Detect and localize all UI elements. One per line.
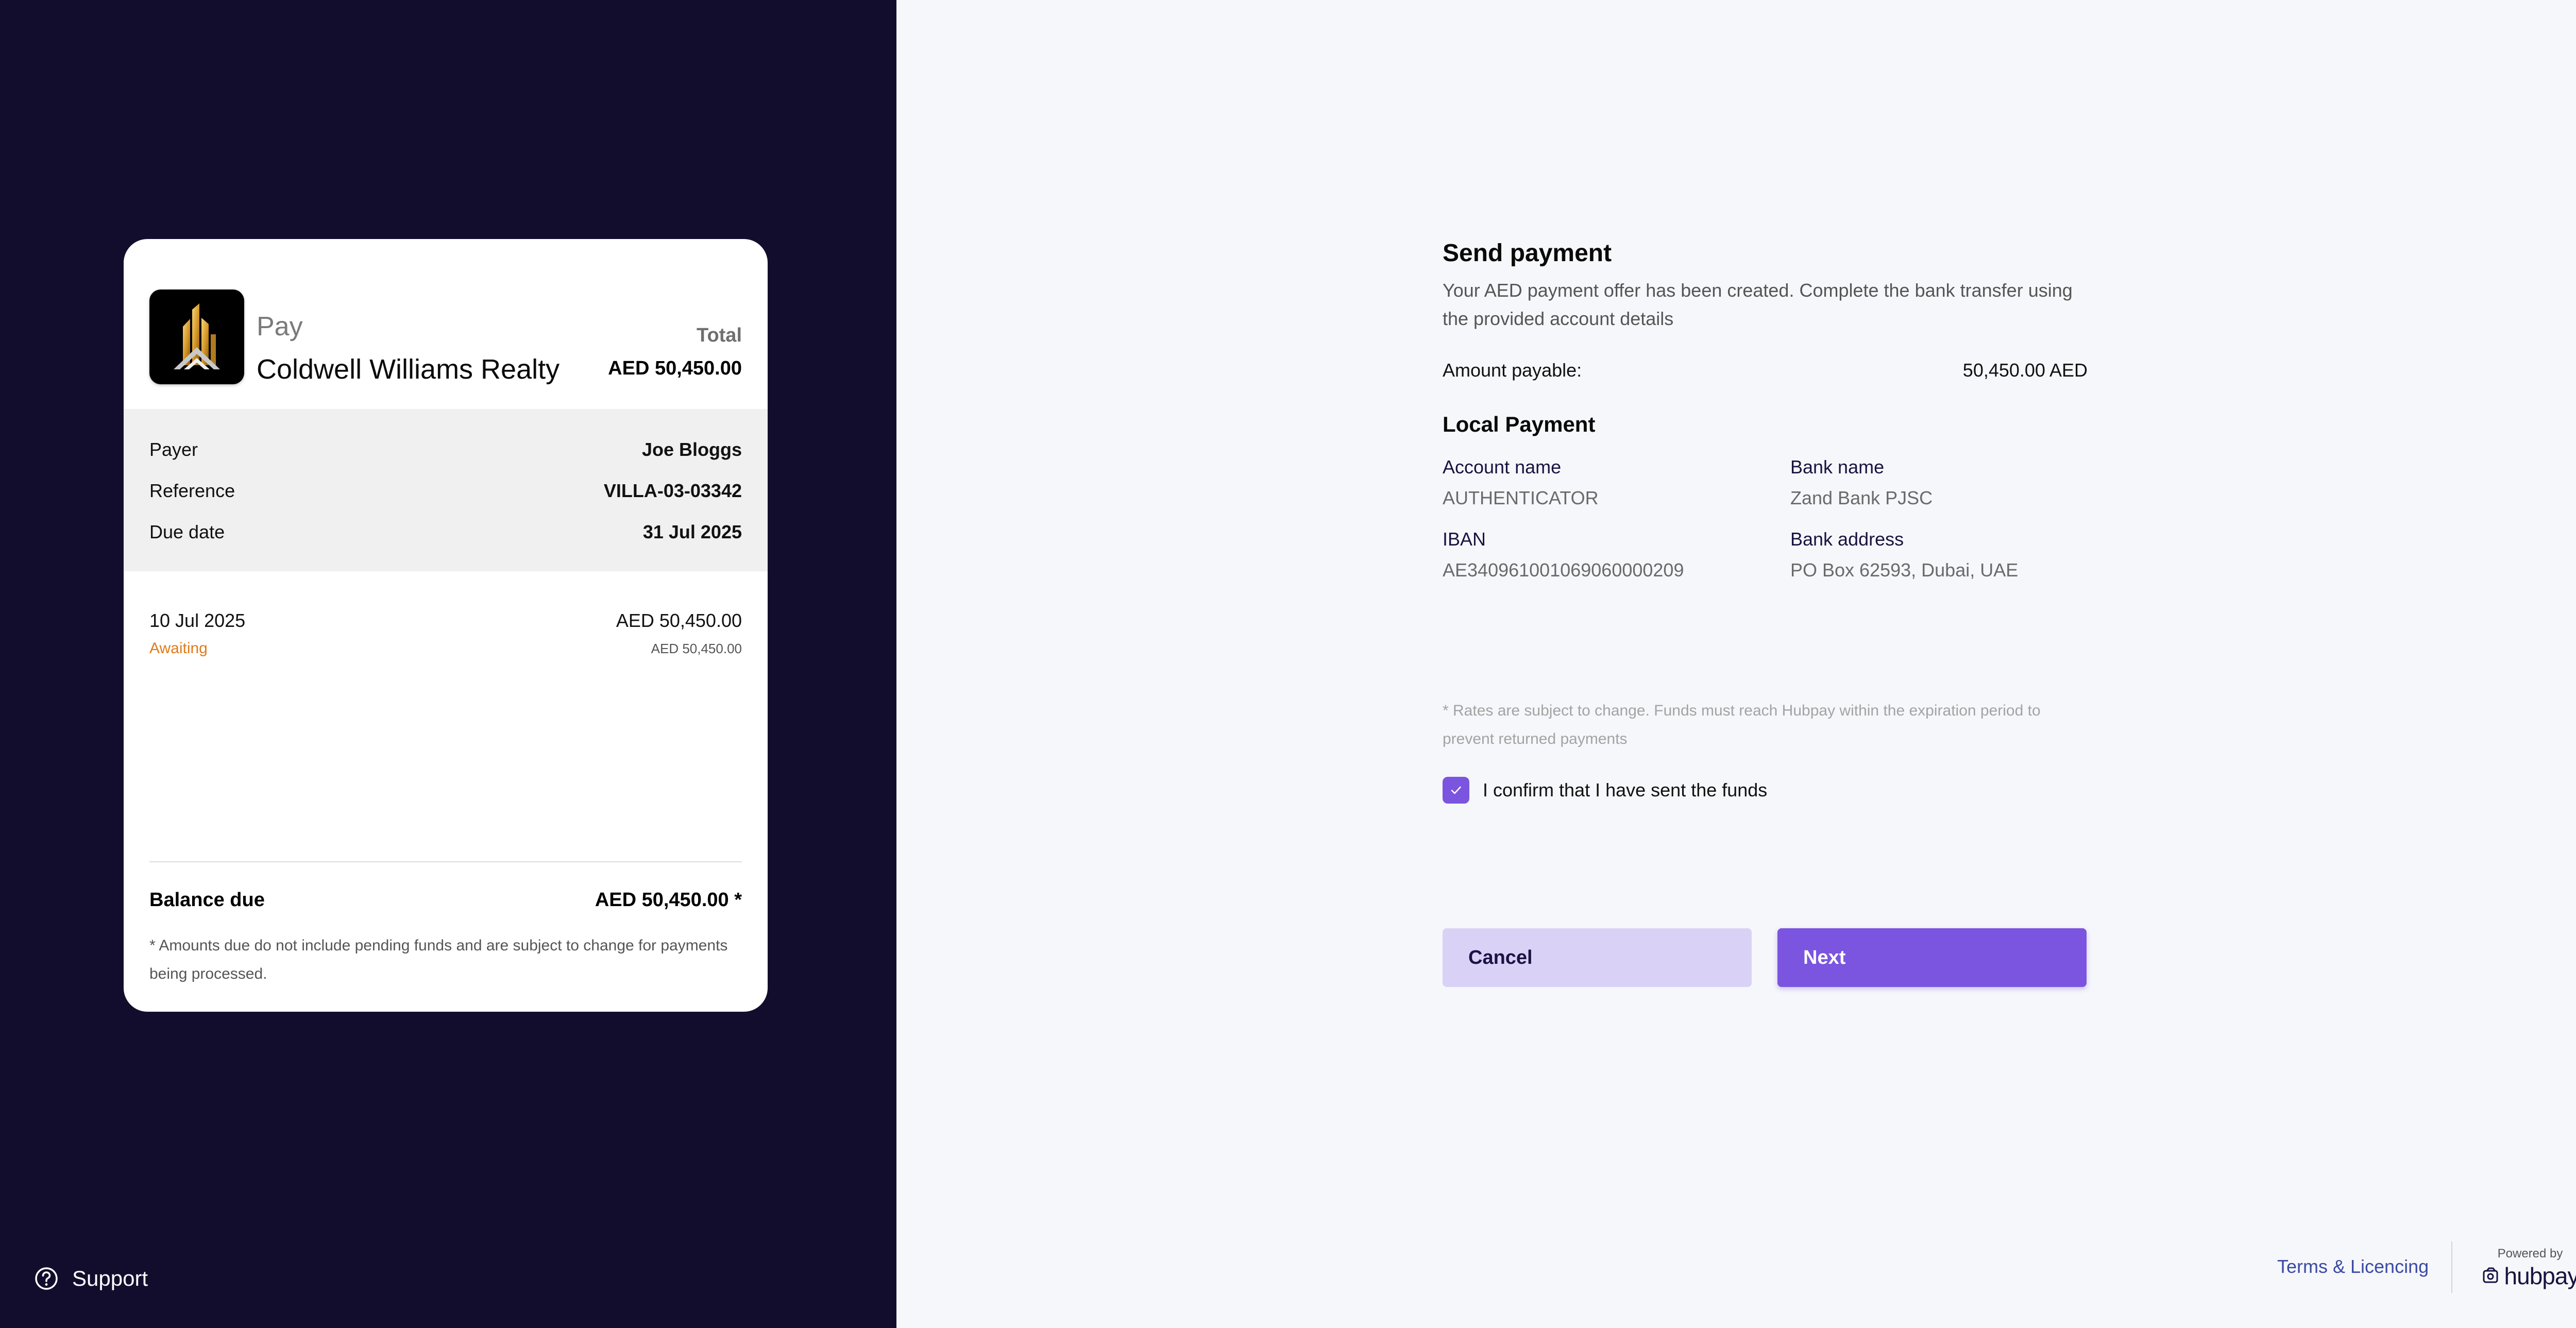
field-value: PO Box 62593, Dubai, UAE [1790,559,2019,581]
payment-sub-amount: AED 50,450.00 [651,641,742,656]
detail-row-due-date: Due date 31 Jul 2025 [149,521,742,547]
footer-divider [2451,1241,2452,1293]
merchant-logo [149,290,244,384]
payment-status: Awaiting [149,640,208,657]
help-circle-icon [35,1267,58,1290]
powered-by-label: Powered by [2497,1247,2563,1261]
pay-label: Pay [257,312,303,342]
total-value: AED 50,450.00 [608,357,742,379]
detail-row-reference: Reference VILLA-03-03342 [149,480,742,506]
invoice-details: Payer Joe Bloggs Reference VILLA-03-0334… [124,409,768,571]
cancel-button[interactable]: Cancel [1443,928,1752,987]
field-label: IBAN [1443,529,1486,550]
powered-by-hubpay: Powered by hubpay [2481,1247,2576,1290]
detail-value: VILLA-03-03342 [603,480,742,501]
detail-label: Due date [149,521,225,542]
check-icon [1451,786,1461,794]
detail-label: Payer [149,439,198,460]
hubpay-brand-name: hubpay [2504,1263,2576,1289]
support-link[interactable]: Support [34,1264,148,1293]
field-label: Bank name [1790,456,1885,478]
next-button[interactable]: Next [1777,928,2087,987]
field-label: Account name [1443,456,1562,478]
bank-name-field: Bank name Zand Bank PJSC [1790,456,2099,509]
detail-row-payer: Payer Joe Bloggs [149,439,742,465]
field-label: Bank address [1790,529,1904,550]
field-value: AE340961001069060000209 [1443,559,1684,581]
balance-note: * Amounts due do not include pending fun… [149,937,728,982]
detail-value: 31 Jul 2025 [642,521,742,542]
left-panel: Pay Coldwell Williams Realty Total AED 5… [0,0,896,1328]
hubpay-brand: hubpay [2481,1262,2576,1290]
account-name-field: Account name AUTHENTICATOR [1443,456,1752,509]
amount-payable-label: Amount payable: [1443,360,1582,381]
amount-payable-row: Amount payable: 50,450.00 AED [1443,360,2088,381]
payment-date: 10 Jul 2025 [149,610,246,631]
confirm-funds-label: I confirm that I have sent the funds [1483,779,1768,801]
gold-building-logo-icon [174,303,220,369]
total-label: Total [697,325,742,346]
invoice-header: Pay Coldwell Williams Realty Total AED 5… [124,239,768,409]
amount-payable-value: 50,450.00 AED [1962,360,2088,381]
hubpay-logo-icon [2483,1267,2498,1283]
payment-line-item: 10 Jul 2025 Awaiting AED 50,450.00 AED 5… [149,610,742,667]
merchant-name: Coldwell Williams Realty [257,354,560,385]
page-title: Send payment [1443,240,1612,267]
section-title-local-payment: Local Payment [1443,412,1596,436]
field-value: AUTHENTICATOR [1443,487,1599,508]
field-value: Zand Bank PJSC [1790,487,1933,508]
support-label: Support [72,1266,148,1290]
confirm-funds-checkbox[interactable]: I confirm that I have sent the funds [1443,777,1767,804]
page-subtitle: Your AED payment offer has been created.… [1443,280,2073,329]
rates-disclaimer: * Rates are subject to change. Funds mus… [1443,702,2041,747]
bank-address-field: Bank address PO Box 62593, Dubai, UAE [1790,529,2099,581]
terms-licencing-link[interactable]: Terms & Licencing [2277,1256,2429,1278]
detail-value: Joe Bloggs [641,439,742,460]
payment-amount: AED 50,450.00 [616,610,742,631]
divider [149,861,742,862]
detail-label: Reference [149,480,235,501]
checkbox[interactable] [1443,777,1469,804]
invoice-card: Pay Coldwell Williams Realty Total AED 5… [124,239,768,1012]
balance-label: Balance due [149,889,265,911]
iban-field: IBAN AE340961001069060000209 [1443,529,1752,581]
balance-value: AED 50,450.00 * [595,889,742,911]
